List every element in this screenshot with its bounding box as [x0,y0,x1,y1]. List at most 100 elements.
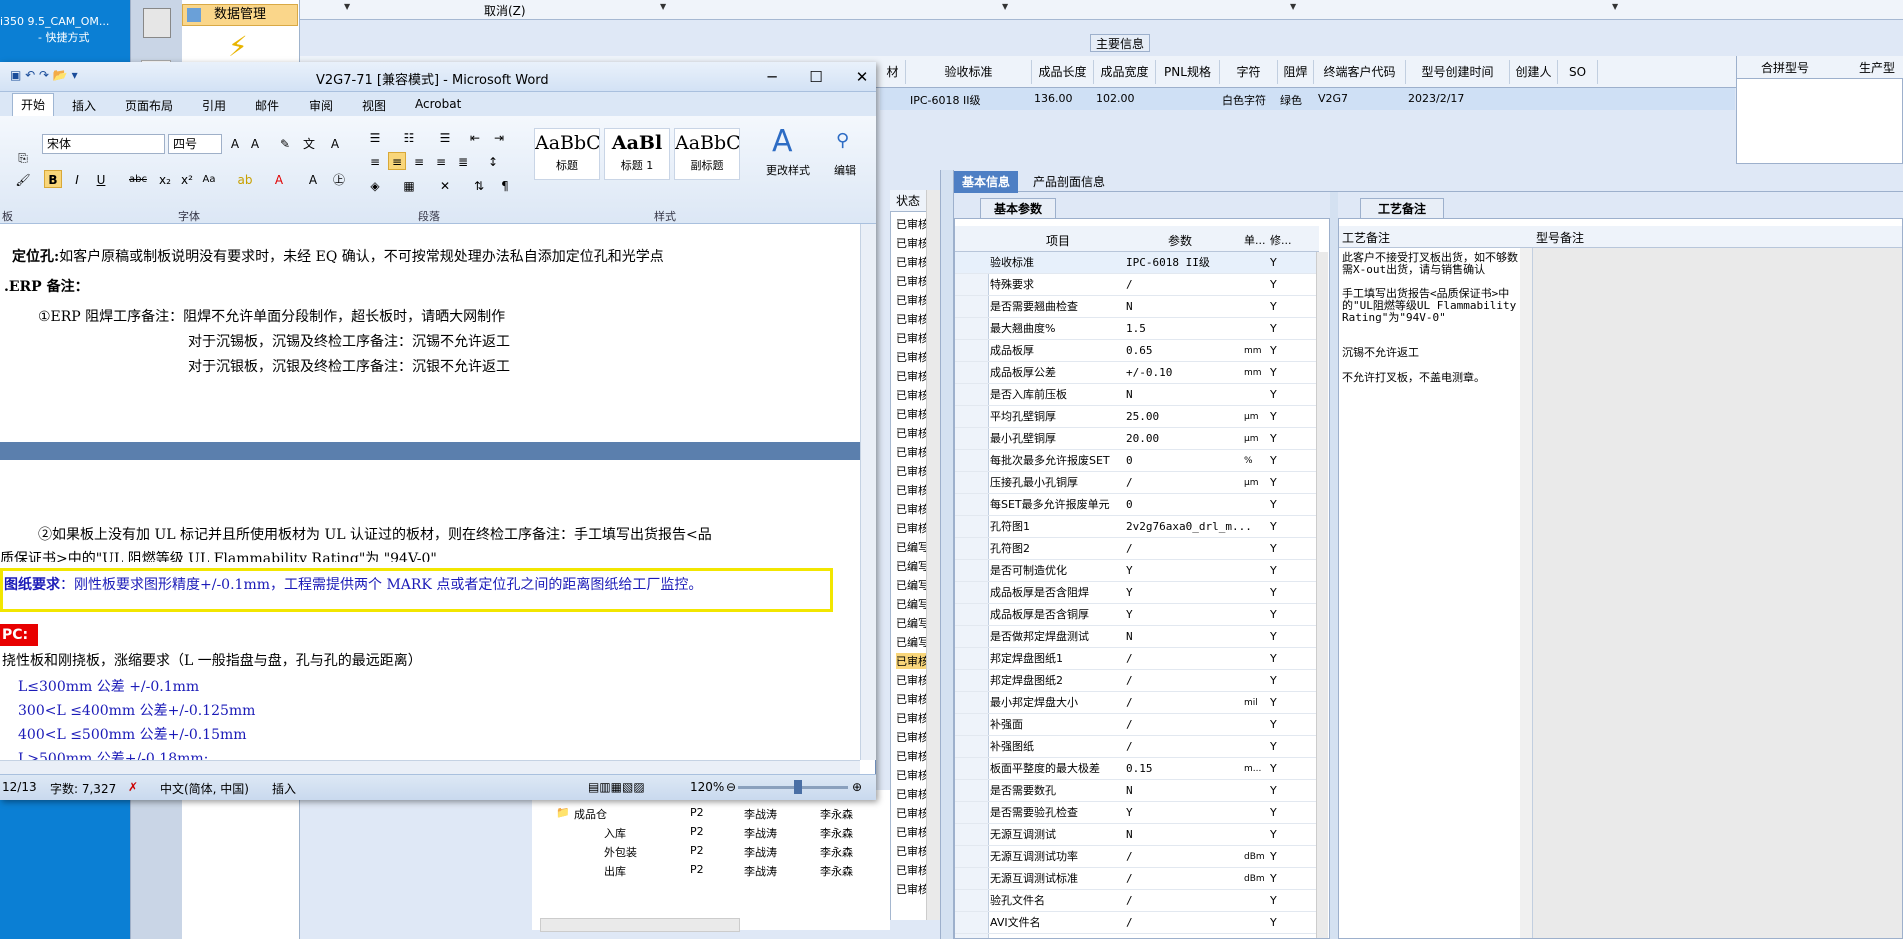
zoom-slider[interactable] [738,786,848,789]
phonetic-icon[interactable]: 文 [300,134,318,152]
nav-item-data-management[interactable]: 数据管理 [182,4,298,26]
borders-icon[interactable]: ▦ [400,176,418,194]
column-header[interactable]: 字符 [1220,60,1278,84]
multilevel-list-icon[interactable]: ☰ [436,128,454,146]
column-header[interactable]: PNL规格 [1156,60,1220,84]
splitter[interactable] [940,170,954,939]
align-center-icon[interactable]: ≡ [388,152,406,170]
spellcheck-icon[interactable]: ✗ [128,780,138,794]
shrink-font-icon[interactable]: A [246,134,264,152]
minimize-button[interactable]: ─ [760,66,784,88]
column-header[interactable]: 型号备注 [1536,229,1584,246]
column-header[interactable]: 项目 [1046,232,1070,249]
increase-indent-icon[interactable]: ⇥ [490,128,508,146]
grow-font-icon[interactable]: A [226,134,244,152]
cancel-button[interactable]: 取消(Z) [484,2,526,19]
page-indicator[interactable]: 12/13 [2,780,37,794]
superscript-button[interactable]: x² [178,170,196,188]
binoculars-icon[interactable]: ⚲ [836,130,849,151]
lightning-icon[interactable]: ⚡ [228,30,248,63]
zoom-thumb[interactable] [794,780,802,794]
char-border-icon[interactable]: A [326,134,344,152]
column-header[interactable]: 材 [880,60,906,84]
column-header[interactable]: 合拼型号 [1761,59,1809,76]
column-header[interactable]: 验收标准 [906,60,1032,84]
tab-review[interactable]: 审阅 [309,97,333,114]
column-header[interactable]: 阻焊 [1278,60,1314,84]
align-left-icon[interactable]: ≡ [366,152,384,170]
tab-process-remarks[interactable]: 工艺备注 [1360,198,1444,218]
tree-scrollbar[interactable] [540,918,740,932]
insert-mode[interactable]: 插入 [272,780,296,797]
doc-horizontal-scrollbar[interactable] [0,760,860,774]
align-right-icon[interactable]: ≡ [410,152,428,170]
dropdown-arrow-icon[interactable]: ▼ [1290,2,1296,11]
highlight-icon[interactable]: ab [236,170,254,188]
tree-item-label[interactable]: 入库 [604,825,626,841]
quick-access-toolbar[interactable]: ▣ ↶ ↷ 📂 ▾ [10,68,78,82]
font-name-select[interactable]: 宋体 [42,134,165,154]
view-buttons[interactable]: ▤▥▦▧▨ [588,780,645,794]
style-subtitle[interactable]: AaBbC 副标题 [674,128,740,180]
column-header[interactable]: 终端客户代码 [1314,60,1406,84]
numbering-icon[interactable]: ☷ [400,128,418,146]
status-scrollbar[interactable] [926,190,940,920]
edit-label[interactable]: 编辑 [834,162,856,178]
chinese-layout-icon[interactable]: ✕ [436,176,454,194]
italic-button[interactable]: I [68,170,86,188]
distributed-icon[interactable]: ≣ [454,152,472,170]
decrease-indent-icon[interactable]: ⇤ [466,128,484,146]
dropdown-arrow-icon[interactable]: ▼ [344,2,350,11]
tab-insert[interactable]: 插入 [72,97,96,114]
change-styles-icon[interactable]: A [772,124,793,159]
column-header[interactable]: 参数 [1168,232,1192,249]
close-button[interactable]: ✕ [850,66,874,88]
underline-button[interactable]: U [92,170,110,188]
tree-item-label[interactable]: 出库 [604,863,626,879]
tab-view[interactable]: 视图 [362,97,386,114]
tab-product-profile[interactable]: 产品剖面信息 [1024,171,1114,193]
shading-icon[interactable]: ◈ [366,176,384,194]
column-header[interactable]: 单... [1244,232,1266,248]
table-row[interactable] [880,88,1735,110]
justify-icon[interactable]: ≡ [432,152,450,170]
tree-item-label[interactable]: 成品仓 [574,806,607,822]
column-header[interactable]: 修... [1270,232,1292,248]
process-scrollbar[interactable] [1520,248,1532,938]
tab-basic-info[interactable]: 基本信息 [954,171,1018,193]
sort-icon[interactable]: ⇅ [470,176,488,194]
char-shading-icon[interactable]: A [304,170,322,188]
tab-page-layout[interactable]: 页面布局 [125,97,173,114]
language-indicator[interactable]: 中文(简体, 中国) [160,780,249,797]
column-header[interactable]: 工艺备注 [1342,229,1390,246]
word-count[interactable]: 字数: 7,327 [50,780,116,797]
style-heading1[interactable]: AaBl 标题 1 [604,128,670,180]
style-title[interactable]: AaBbC 标题 [534,128,600,180]
tab-references[interactable]: 引用 [202,97,226,114]
tab-basic-params[interactable]: 基本参数 [980,198,1056,218]
column-header[interactable]: 型号创建时间 [1406,60,1510,84]
zoom-level[interactable]: 120% [690,780,724,794]
subscript-button[interactable]: x₂ [156,170,174,188]
enclose-char-icon[interactable]: ㊤ [330,170,348,188]
font-color-icon[interactable]: A [270,170,288,188]
maximize-button[interactable]: ☐ [804,66,828,88]
change-styles-label[interactable]: 更改样式 [766,162,810,178]
column-header[interactable]: 成品长度 [1032,60,1094,84]
dropdown-arrow-icon[interactable]: ▼ [660,2,666,11]
clear-format-icon[interactable]: ✎ [276,134,294,152]
column-header[interactable]: SO [1558,60,1598,84]
splitter[interactable] [1330,192,1338,939]
line-spacing-icon[interactable]: ↕ [484,152,502,170]
params-scrollbar[interactable] [1316,252,1328,938]
tree-item-label[interactable]: 外包装 [604,844,637,860]
desktop-shortcut[interactable]: i350 9.5_CAM_OM... - 快捷方式 [0,0,125,48]
tab-home[interactable]: 开始 [12,93,54,116]
bold-button[interactable]: B [44,170,62,188]
dropdown-arrow-icon[interactable]: ▼ [1002,2,1008,11]
column-header[interactable]: 创建人 [1510,60,1558,84]
column-header[interactable]: 生产型 [1859,59,1895,76]
tab-mailings[interactable]: 邮件 [255,97,279,114]
doc-vertical-scrollbar[interactable] [860,224,876,760]
change-case-button[interactable]: Aa [200,170,218,188]
